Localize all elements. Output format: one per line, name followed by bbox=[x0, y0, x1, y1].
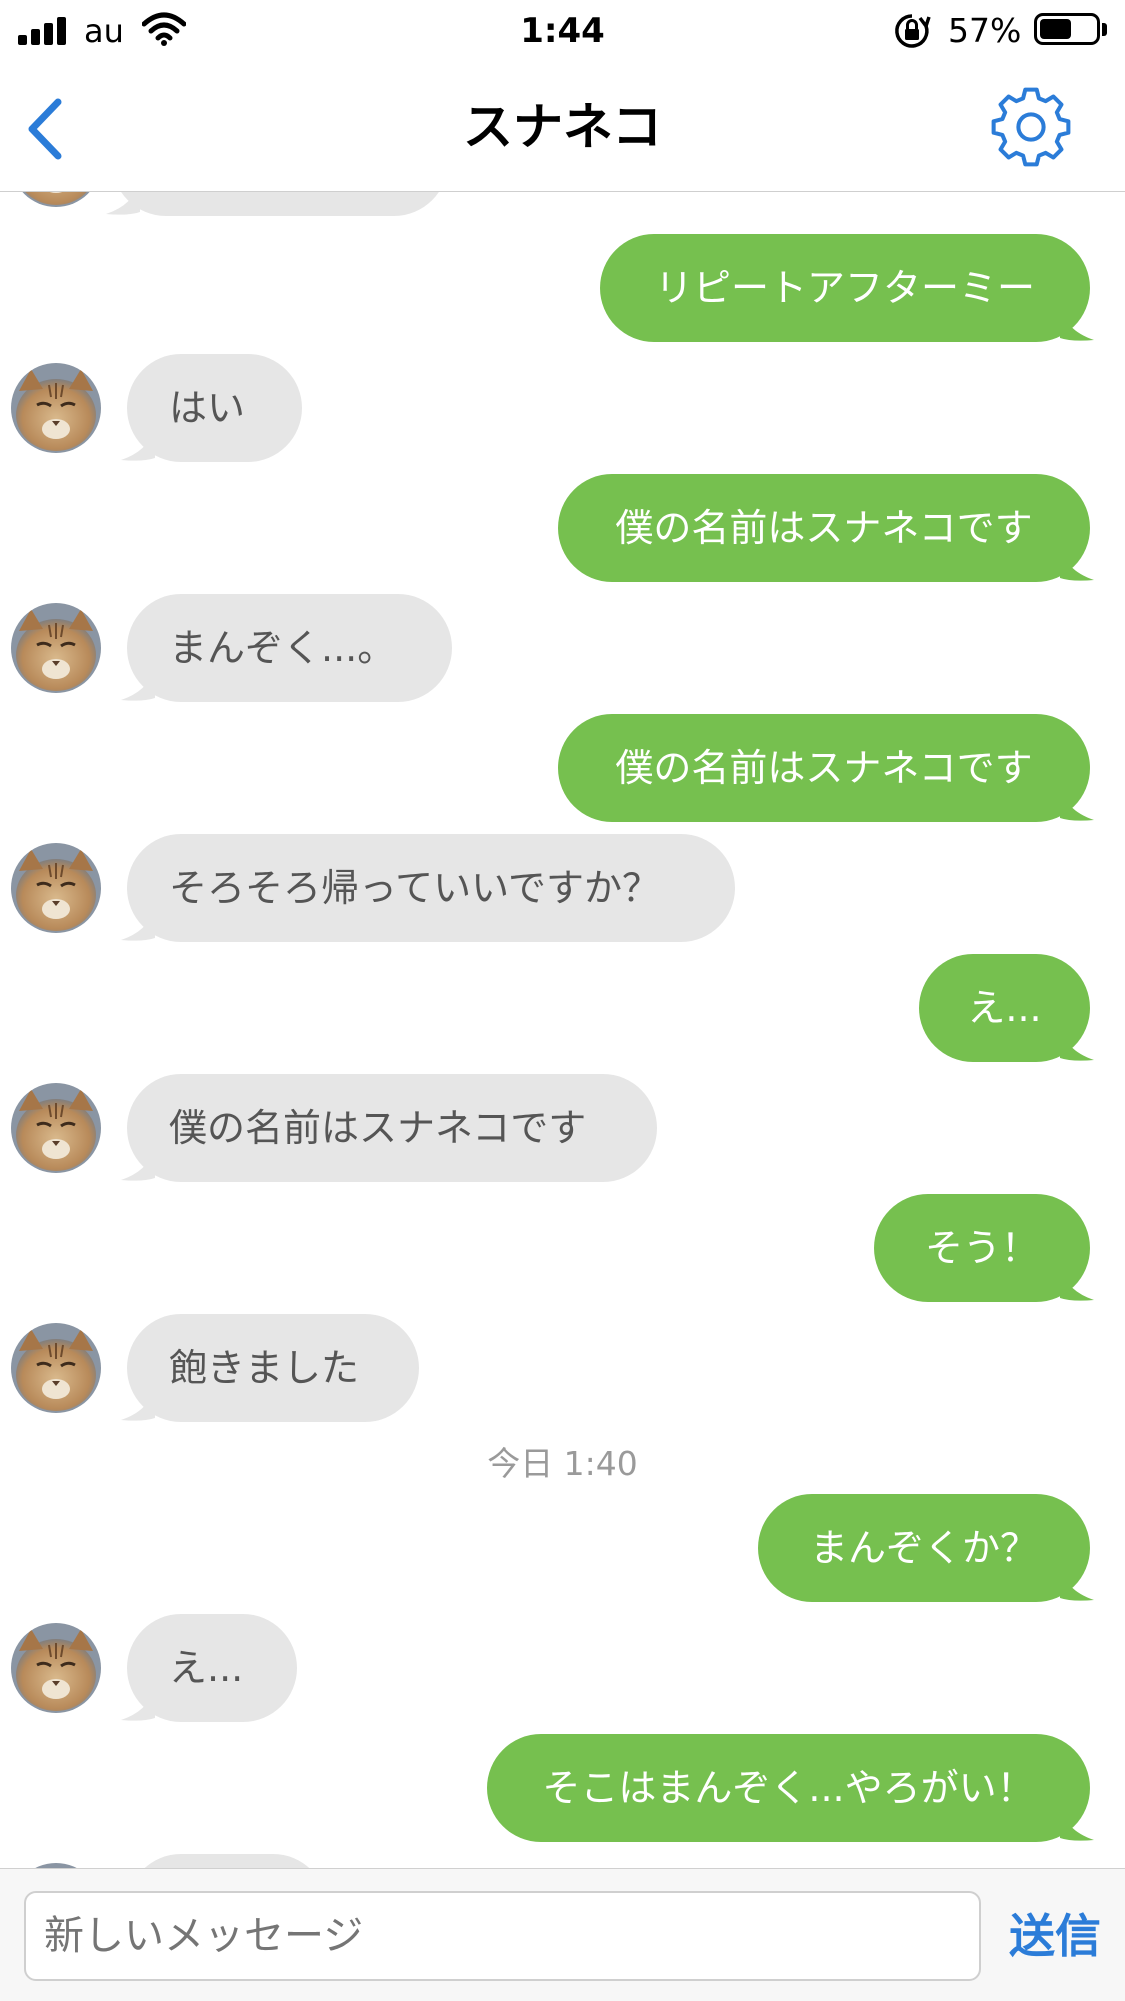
status-bar: au 1:44 57% bbox=[0, 0, 1125, 62]
avatar[interactable] bbox=[11, 603, 101, 693]
message-list[interactable]: 今日 1:40 リピートアフターミー はい 僕の名前はスナネコです まんぞく...。僕… bbox=[0, 192, 1125, 1868]
outgoing-message[interactable]: そう！ bbox=[874, 1194, 1090, 1302]
avatar[interactable] bbox=[11, 363, 101, 453]
timestamp: 今日 1:40 bbox=[487, 1444, 638, 1483]
incoming-message[interactable]: はい bbox=[127, 354, 302, 462]
incoming-message[interactable] bbox=[127, 1854, 327, 1868]
outgoing-message[interactable]: そこはまんぞく...やろがい！ bbox=[487, 1734, 1090, 1842]
rotation-lock-icon bbox=[895, 14, 931, 48]
composer: 送信 bbox=[0, 1868, 1125, 2001]
battery-percent: 57% bbox=[948, 11, 1022, 50]
incoming-message[interactable]: 飽きました bbox=[127, 1314, 419, 1422]
battery-icon bbox=[1034, 13, 1100, 45]
incoming-message[interactable]: そろそろ帰っていいですか？ bbox=[127, 834, 735, 942]
outgoing-message[interactable]: 僕の名前はスナネコです bbox=[558, 474, 1090, 582]
outgoing-message[interactable]: リピートアフターミー bbox=[600, 234, 1090, 342]
outgoing-message[interactable]: 僕の名前はスナネコです bbox=[558, 714, 1090, 822]
outgoing-message[interactable]: え... bbox=[919, 954, 1090, 1062]
avatar[interactable] bbox=[11, 192, 101, 207]
send-button[interactable]: 送信 bbox=[1000, 1891, 1110, 1981]
gear-icon[interactable] bbox=[986, 82, 1076, 172]
avatar[interactable] bbox=[11, 843, 101, 933]
incoming-message[interactable]: 僕の名前はスナネコです bbox=[127, 1074, 657, 1182]
battery-fill bbox=[1040, 19, 1071, 39]
avatar[interactable] bbox=[11, 1083, 101, 1173]
incoming-message[interactable] bbox=[112, 192, 448, 216]
incoming-message[interactable]: まんぞく...。 bbox=[127, 594, 452, 702]
avatar[interactable] bbox=[11, 1323, 101, 1413]
incoming-message[interactable]: え... bbox=[127, 1614, 297, 1722]
page-title: スナネコ bbox=[463, 98, 662, 156]
outgoing-message[interactable]: まんぞくか？ bbox=[758, 1494, 1090, 1602]
battery-nub bbox=[1102, 23, 1107, 36]
avatar[interactable] bbox=[11, 1623, 101, 1713]
message-input[interactable] bbox=[24, 1891, 981, 1981]
nav-bar: スナネコ bbox=[0, 62, 1125, 192]
